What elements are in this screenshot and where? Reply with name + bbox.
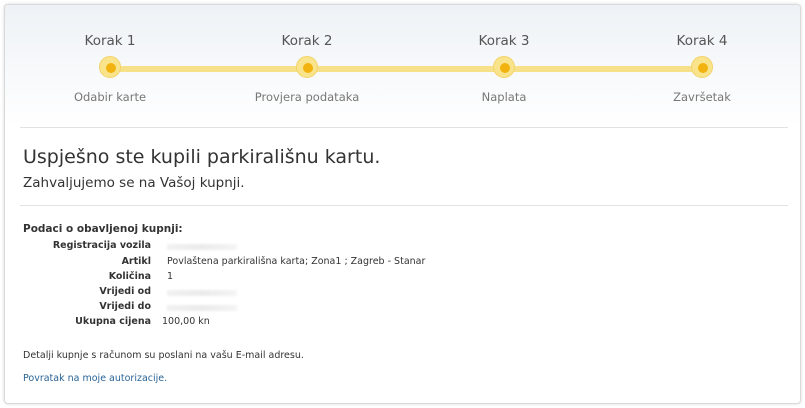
redacted-value	[167, 244, 237, 250]
step-title: Korak 1	[84, 33, 136, 49]
detail-label: Registracija vozila	[52, 240, 151, 251]
detail-label: Vrijedi od	[99, 286, 151, 297]
success-subtitle: Zahvaljujemo se na Vašoj kupnji.	[23, 175, 245, 191]
stepper-track	[110, 66, 703, 72]
step-title: Korak 4	[676, 33, 728, 49]
purchase-confirmation-card: Korak 1 Odabir karte Korak 2 Provjera po…	[4, 4, 801, 404]
back-to-authorizations-link[interactable]: Povratak na moje autorizacije.	[23, 373, 167, 384]
step-dot-icon	[493, 56, 515, 78]
detail-value	[167, 286, 237, 299]
redacted-value	[167, 305, 237, 311]
redacted-value	[167, 290, 237, 296]
step-dot-icon	[691, 56, 713, 78]
details-heading: Podaci o obavljenoj kupnji:	[23, 223, 183, 235]
step-dot-icon	[99, 56, 121, 78]
progress-stepper: Korak 1 Odabir karte Korak 2 Provjera po…	[5, 5, 800, 127]
detail-value: 100,00 kn	[162, 316, 210, 327]
detail-value: Povlaštena parkirališna karta; Zona1 ; Z…	[167, 256, 426, 267]
step-title: Korak 2	[281, 33, 333, 49]
detail-label: Ukupna cijena	[75, 316, 151, 327]
detail-value	[167, 301, 237, 314]
step-label: Naplata	[481, 90, 527, 104]
divider	[20, 127, 788, 128]
detail-label: Vrijedi do	[99, 301, 151, 312]
step-dot-icon	[296, 56, 318, 78]
detail-value	[167, 240, 237, 253]
detail-label: Artikl	[121, 256, 151, 267]
step-label: Odabir karte	[73, 90, 147, 104]
detail-value: 1	[167, 271, 174, 282]
email-note: Detalji kupnje s računom su poslani na v…	[23, 350, 304, 361]
success-title: Uspješno ste kupili parkirališnu kartu.	[23, 146, 381, 168]
step-title: Korak 3	[478, 33, 530, 49]
step-label: Završetak	[673, 90, 731, 104]
divider	[20, 205, 788, 206]
step-label: Provjera podataka	[254, 90, 360, 104]
detail-label: Količina	[108, 271, 151, 282]
